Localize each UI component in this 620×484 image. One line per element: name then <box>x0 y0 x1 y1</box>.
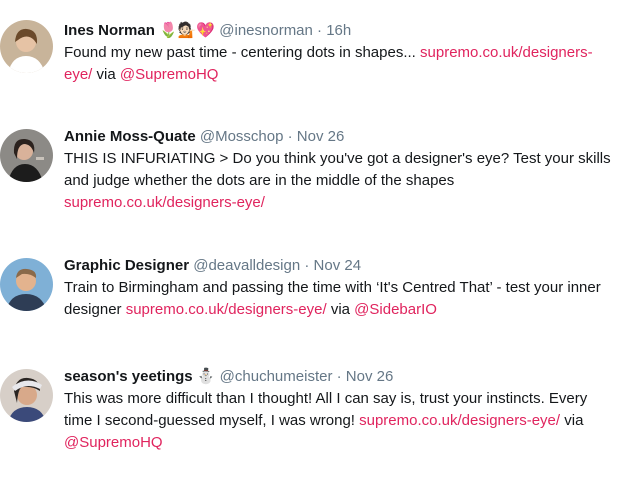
tweet-link[interactable]: supremo.co.uk/designers-eye/ <box>126 301 327 318</box>
handle[interactable]: @chuchumeister <box>220 368 333 385</box>
separator: · <box>317 22 323 39</box>
tweet-text: Found my new past time - centering dots … <box>64 42 614 86</box>
tweet-text-part: THIS IS INFURIATING > Do you think you'v… <box>64 150 611 189</box>
tweet-text-part: Found my new past time - centering dots … <box>64 44 421 61</box>
tweet-link[interactable]: supremo.co.uk/designers-eye/ <box>64 194 265 211</box>
tweet-feed: Ines Norman 🌷💁🏻💖 @inesnorman · 16h Found… <box>0 0 620 484</box>
tulip-emoji: 🌷 <box>159 22 178 39</box>
display-name[interactable]: season's yeetings <box>64 368 193 385</box>
mention[interactable]: @SupremoHQ <box>120 66 219 83</box>
handle[interactable]: @inesnorman <box>219 22 313 39</box>
avatar[interactable] <box>0 129 53 182</box>
tweet-text-part: via <box>92 66 120 83</box>
tweet-text-part: via <box>326 301 355 318</box>
display-name[interactable]: Ines Norman <box>64 22 155 39</box>
avatar[interactable] <box>0 369 53 422</box>
display-name[interactable]: Annie Moss-Quate <box>64 128 196 145</box>
separator: · <box>287 128 293 145</box>
tweet-text-part: via <box>560 412 584 429</box>
avatar[interactable] <box>0 20 53 73</box>
timestamp[interactable]: Nov 24 <box>314 257 362 274</box>
mention[interactable]: @SidebarIO <box>354 301 437 318</box>
tweet-text: THIS IS INFURIATING > Do you think you'v… <box>64 148 614 214</box>
handle[interactable]: @Mosschop <box>200 128 284 145</box>
snowman-emoji: ⛄ <box>196 368 216 385</box>
display-name[interactable]: Graphic Designer <box>64 257 189 274</box>
avatar[interactable] <box>0 258 53 311</box>
sparkling-heart-emoji: 💖 <box>196 22 216 39</box>
person-tipping-hand-emoji: 💁🏻 <box>177 22 197 39</box>
separator: · <box>304 257 310 274</box>
timestamp[interactable]: 16h <box>326 22 351 39</box>
mention[interactable]: @SupremoHQ <box>64 434 163 451</box>
timestamp[interactable]: Nov 26 <box>346 368 394 385</box>
tweet-link[interactable]: supremo.co.uk/designers-eye/ <box>359 412 560 429</box>
tweet-text: This was more difficult than I thought! … <box>64 388 614 454</box>
tweet-text: Train to Birmingham and passing the time… <box>64 277 614 321</box>
timestamp[interactable]: Nov 26 <box>297 128 345 145</box>
separator: · <box>336 368 342 385</box>
handle[interactable]: @deavalldesign <box>193 257 300 274</box>
